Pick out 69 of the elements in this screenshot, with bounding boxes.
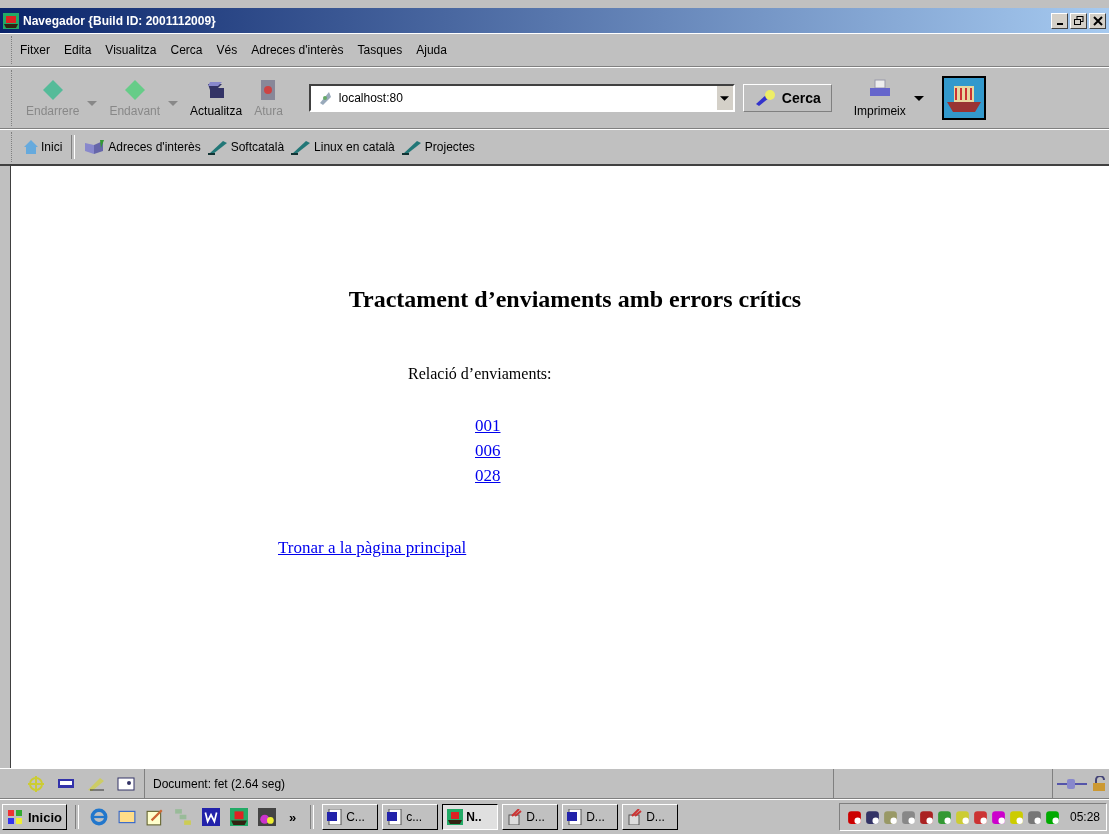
pen-icon <box>206 139 229 155</box>
print-button[interactable]: Imprimeix <box>847 76 912 120</box>
restore-button[interactable] <box>1070 12 1087 29</box>
ship-icon <box>3 12 19 29</box>
task-button[interactable]: D... <box>562 804 619 830</box>
word-icon[interactable] <box>201 808 220 826</box>
task-button[interactable]: D... <box>502 804 559 830</box>
shipment-link[interactable]: 028 <box>475 463 501 488</box>
toolbar-button[interactable]: Actualitza <box>184 76 249 120</box>
home-link[interactable]: Tronar a la pàgina principal <box>278 538 467 558</box>
lock-icon <box>1091 775 1107 792</box>
tray-icon[interactable] <box>863 808 881 826</box>
document-icon <box>327 809 344 825</box>
tray-icon[interactable] <box>971 808 989 826</box>
tray-icon[interactable] <box>845 808 863 826</box>
pencil-icon[interactable] <box>145 808 164 826</box>
envelope-icon[interactable] <box>117 808 136 826</box>
app-icon[interactable] <box>257 808 276 826</box>
restore-icon <box>1073 15 1084 26</box>
bookmark-button[interactable]: Projectes <box>397 139 478 155</box>
book-icon <box>84 139 107 155</box>
bookmark-button[interactable]: Softcatalà <box>203 139 288 155</box>
home-icon <box>23 139 39 155</box>
browser-icon[interactable] <box>89 808 108 826</box>
search-button[interactable]: Cerca <box>742 84 832 112</box>
paint-icon <box>627 809 644 825</box>
task-button[interactable]: D... <box>622 804 679 830</box>
menu-item[interactable]: Visualitza <box>105 43 157 57</box>
bookmark-button[interactable]: Linux en català <box>287 139 398 155</box>
tray-icon[interactable] <box>917 808 935 826</box>
document-icon <box>567 809 584 825</box>
shipment-link[interactable]: 001 <box>475 413 501 438</box>
menu-item[interactable]: Edita <box>64 43 92 57</box>
status-text: Document: fet (2.64 seg) <box>152 776 287 791</box>
task-button[interactable]: N.. <box>442 804 499 830</box>
more-button[interactable]: » <box>288 809 297 825</box>
clock: 05:28 <box>1069 810 1100 824</box>
menu-item[interactable]: Ajuda <box>416 43 447 57</box>
intro-text: Relació d’enviaments: <box>408 365 553 383</box>
menu-item[interactable]: Vés <box>216 43 238 57</box>
ship-icon <box>447 809 464 825</box>
task-button[interactable]: C... <box>322 804 379 830</box>
minimize-icon <box>1056 22 1063 25</box>
pen-icon <box>400 139 423 155</box>
close-button[interactable] <box>1089 12 1106 29</box>
minimize-button[interactable] <box>1051 12 1068 29</box>
address-card-icon[interactable] <box>116 775 136 792</box>
close-icon <box>1092 15 1103 26</box>
menu-item[interactable]: Tasques <box>357 43 403 57</box>
shipment-link[interactable]: 006 <box>475 438 501 463</box>
task-button[interactable]: c... <box>382 804 439 830</box>
menu-item[interactable]: Cerca <box>170 43 203 57</box>
document-icon <box>387 809 404 825</box>
start-button[interactable]: Inicio <box>2 804 67 830</box>
menu-item[interactable]: Fitxer <box>20 43 50 57</box>
page-heading: Tractament d’enviaments amb errors crítics <box>347 286 803 313</box>
address-field[interactable]: localhost:80 <box>308 84 735 112</box>
pen-icon[interactable] <box>86 775 106 792</box>
windows-logo-icon <box>7 809 23 825</box>
dropdown-arrow-icon[interactable] <box>913 95 924 101</box>
paint-icon <box>507 809 524 825</box>
ship-icon[interactable] <box>229 808 248 826</box>
window-title: Navegador {Build ID: 2001112009} <box>23 13 217 28</box>
bookmark-button[interactable]: Adreces d'interès <box>81 139 204 155</box>
ship-icon[interactable] <box>941 76 986 120</box>
menu-item[interactable]: Adreces d'interès <box>251 43 344 57</box>
bookmark-button[interactable]: Inici <box>20 139 66 155</box>
dropdown-button[interactable] <box>716 86 733 110</box>
caret-icon <box>720 95 730 101</box>
